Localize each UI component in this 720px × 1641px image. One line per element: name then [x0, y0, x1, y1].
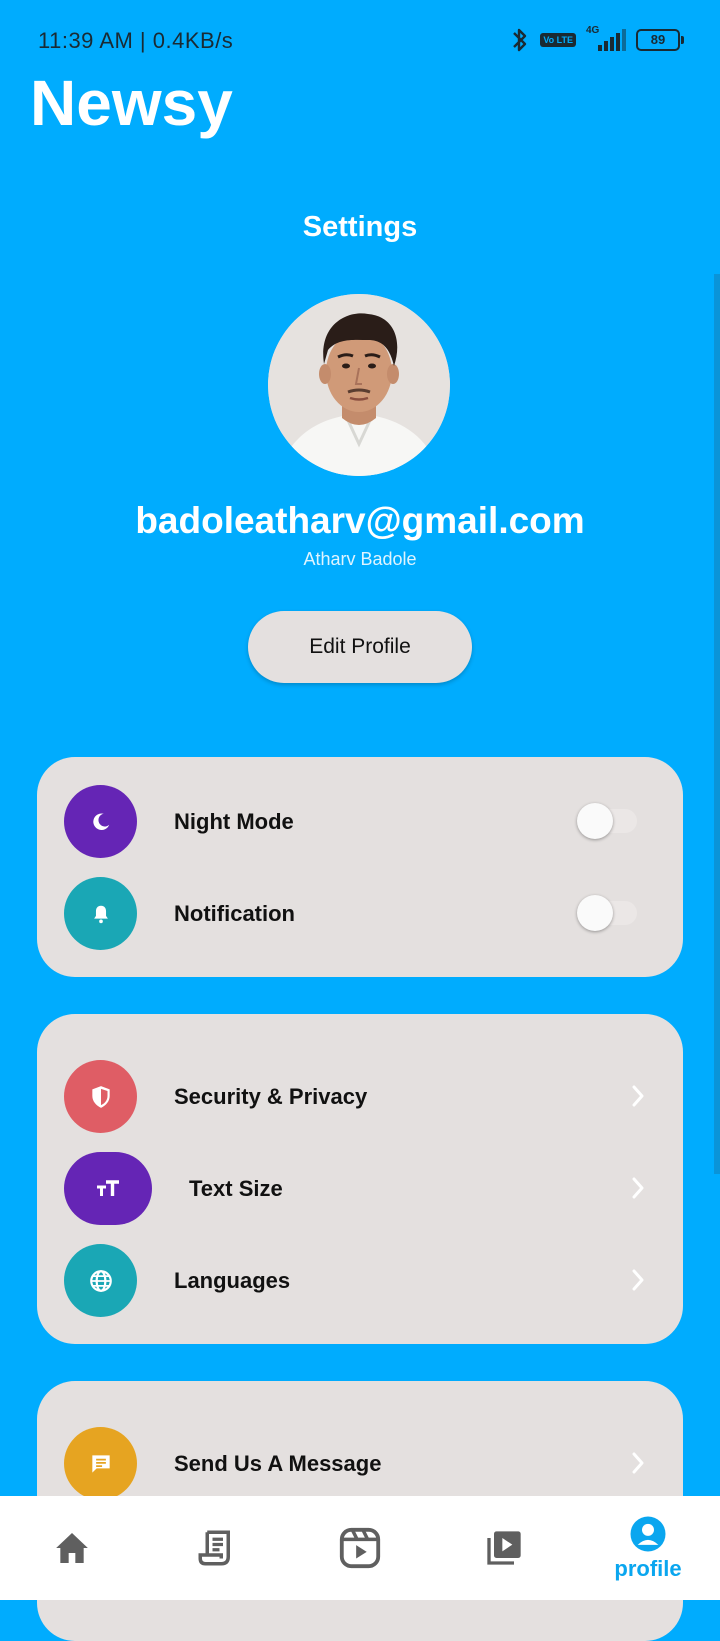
bottom-nav: profile	[0, 1496, 720, 1600]
home-icon	[56, 1533, 88, 1563]
globe-icon	[89, 1269, 112, 1292]
profile-photo	[268, 294, 450, 476]
app-title: Newsy	[30, 67, 233, 139]
nav-profile[interactable]: profile	[576, 1496, 720, 1600]
night-mode-row[interactable]: Night Mode	[37, 785, 683, 861]
notification-row[interactable]: Notification	[37, 877, 683, 953]
nav-profile-label: profile	[614, 1556, 682, 1581]
nav-home[interactable]	[0, 1496, 144, 1600]
network-type: 4G	[586, 25, 600, 36]
scrollbar[interactable]	[714, 274, 720, 1174]
night-mode-icon-circle	[64, 785, 137, 858]
toggles-card: Night Mode Notification	[37, 757, 683, 977]
text-size-icon	[97, 1179, 119, 1196]
chevron-right-icon	[632, 1085, 644, 1107]
message-icon-circle	[64, 1427, 137, 1500]
text-size-row[interactable]: Text Size	[37, 1152, 683, 1228]
notification-toggle[interactable]	[577, 895, 637, 931]
night-mode-toggle[interactable]	[577, 803, 637, 839]
battery-icon: 89	[636, 29, 684, 51]
night-mode-label: Night Mode	[174, 809, 294, 834]
bell-icon	[93, 905, 108, 923]
page-title: Settings	[302, 211, 418, 243]
security-icon-circle	[64, 1060, 137, 1133]
security-privacy-label: Security & Privacy	[174, 1084, 368, 1109]
notification-icon-circle	[64, 877, 137, 950]
security-privacy-row[interactable]: Security & Privacy	[37, 1060, 683, 1136]
chevron-right-icon	[632, 1177, 644, 1199]
profile-name: Atharv Badole	[303, 549, 417, 569]
languages-icon-circle	[64, 1244, 137, 1317]
moon-icon	[92, 812, 109, 830]
notification-label: Notification	[174, 901, 295, 926]
shield-icon	[91, 1085, 110, 1108]
message-icon	[91, 1454, 110, 1473]
video-library-icon	[487, 1531, 521, 1565]
bluetooth-icon	[513, 28, 527, 52]
avatar[interactable]	[268, 294, 450, 476]
send-message-row[interactable]: Send Us A Message	[37, 1427, 683, 1503]
chevron-right-icon	[632, 1452, 644, 1474]
edit-profile-button[interactable]: Edit Profile	[248, 611, 472, 683]
send-message-label: Send Us A Message	[174, 1451, 382, 1476]
articles-icon	[198, 1530, 230, 1566]
profile-email: badoleatharv@gmail.com	[135, 500, 585, 541]
signal-icon: 4G	[586, 25, 626, 51]
preferences-card: Security & Privacy Text Size Languages	[37, 1014, 683, 1344]
reels-icon	[339, 1527, 381, 1569]
text-size-icon-circle	[64, 1152, 152, 1225]
text-size-label: Text Size	[189, 1176, 283, 1201]
status-icons: Vo LTE 4G 89	[510, 25, 684, 54]
volte-icon: Vo LTE	[540, 33, 576, 47]
profile-icon	[630, 1516, 666, 1552]
nav-reels[interactable]	[288, 1496, 432, 1600]
languages-row[interactable]: Languages	[37, 1244, 683, 1320]
chevron-right-icon	[632, 1269, 644, 1291]
nav-articles[interactable]	[144, 1496, 288, 1600]
nav-video-library[interactable]	[432, 1496, 576, 1600]
languages-label: Languages	[174, 1268, 291, 1293]
status-time: 11:39 AM | 0.4KB/s	[38, 28, 234, 53]
